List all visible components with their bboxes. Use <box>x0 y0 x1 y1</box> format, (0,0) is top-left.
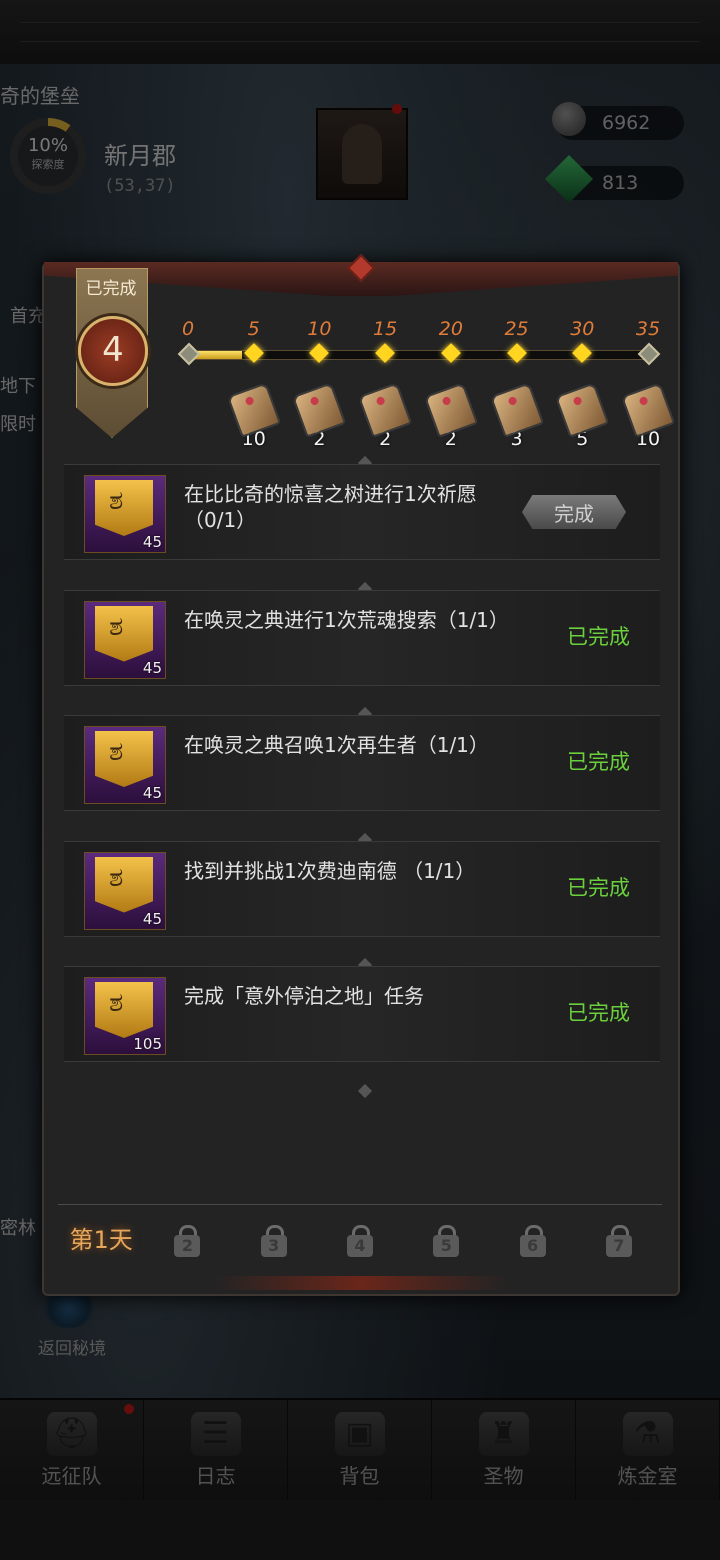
tab-day-2-locked[interactable]: 2 <box>144 1205 230 1275</box>
task-row: 105 完成「意外停泊之地」任务已完成 <box>64 966 660 1062</box>
milestone-reward[interactable]: 2 <box>423 382 479 450</box>
tab-day-6-locked[interactable]: 6 <box>489 1205 575 1275</box>
milestone-reward[interactable]: 2 <box>292 382 347 450</box>
day-number: 3 <box>260 1235 287 1257</box>
task-row: 45 在唤灵之典召唤1次再生者（1/1） 已完成 <box>64 715 660 811</box>
task-points: 45 <box>142 909 162 928</box>
banner-icon <box>95 856 153 913</box>
tab-day-4-locked[interactable]: 4 <box>317 1205 403 1275</box>
task-banner-icon: 45 <box>84 600 166 679</box>
task-banner-icon: 105 <box>84 977 166 1055</box>
task-banner-icon: 45 <box>84 726 166 804</box>
lock-icon: 5 <box>433 1225 460 1257</box>
row-separator-icon <box>357 1083 373 1098</box>
lock-icon: 2 <box>174 1225 201 1257</box>
tab-day-7-locked[interactable]: 7 <box>576 1205 662 1275</box>
task-description: 在唤灵之典召唤1次再生者（1/1） <box>184 733 489 757</box>
complete-task-button[interactable]: 完成 <box>522 495 626 529</box>
task-points: 105 <box>133 1035 162 1053</box>
task-row: 45 在唤灵之典进行1次荒魂搜索（1/1） 已完成 <box>64 589 660 686</box>
milestone-node <box>177 342 201 366</box>
tab-day-5-locked[interactable]: 5 <box>403 1205 489 1275</box>
task-row: 45 找到并挑战1次费迪南德 （1/1） 已完成 <box>64 840 660 937</box>
day-number: 7 <box>605 1235 632 1257</box>
task-status-completed: 已完成 <box>567 624 630 649</box>
task-points: 45 <box>142 784 162 802</box>
task-banner-icon: 45 <box>84 475 166 553</box>
lock-icon: 7 <box>605 1225 632 1257</box>
milestone-node <box>637 342 661 366</box>
task-status-completed: 已完成 <box>567 875 630 900</box>
lock-icon: 4 <box>346 1225 373 1257</box>
task-points: 45 <box>142 658 162 677</box>
milestone-value: 10 <box>307 318 332 340</box>
lock-icon: 3 <box>260 1225 287 1257</box>
milestone-value: 30 <box>570 318 595 340</box>
daily-tasks-panel: 已完成 4 05101021522022533053510 45在比比奇的惊喜之… <box>42 253 680 1296</box>
banner-icon <box>95 605 153 662</box>
task-points: 45 <box>142 533 162 551</box>
milestone-reward[interactable]: 10 <box>226 382 281 450</box>
day-number: 4 <box>346 1235 373 1257</box>
banner-icon <box>95 731 153 787</box>
task-status-completed: 已完成 <box>567 1001 630 1025</box>
banner-icon <box>95 982 153 1038</box>
completed-count: 4 <box>102 330 124 370</box>
tab-day-3-locked[interactable]: 3 <box>231 1205 317 1275</box>
milestone-value: 25 <box>504 318 529 340</box>
task-description: 在唤灵之典进行1次荒魂搜索（1/1） <box>184 607 509 632</box>
milestone-value: 0 <box>181 318 195 340</box>
milestone-value: 20 <box>438 318 463 340</box>
day-tabs: 第1天 2 3 4 5 6 7 <box>58 1204 662 1275</box>
milestone-reward[interactable]: 10 <box>620 382 676 450</box>
milestone-value: 35 <box>635 318 661 340</box>
day-number: 2 <box>174 1235 201 1257</box>
completed-label: 已完成 <box>85 279 137 299</box>
milestone-reward[interactable]: 3 <box>489 382 544 450</box>
day-number: 6 <box>519 1235 546 1257</box>
day-number: 5 <box>433 1235 460 1257</box>
task-banner-icon: 45 <box>84 851 166 930</box>
task-row: 45 在比比奇的惊喜之树进行1次祈愿（0/1） 完成 <box>64 464 660 560</box>
milestone-reward[interactable]: 2 <box>357 382 413 450</box>
task-description: 完成「意外停泊之地」任务 <box>184 984 424 1008</box>
banner-icon <box>95 480 153 536</box>
task-description: 找到并挑战1次费迪南德 （1/1） <box>184 858 476 883</box>
lock-icon: 6 <box>519 1225 546 1257</box>
bottom-ornament <box>214 1276 508 1290</box>
milestone-reward[interactable]: 5 <box>555 382 610 450</box>
task-status-completed: 已完成 <box>567 750 630 774</box>
milestone-value: 5 <box>247 318 260 340</box>
milestone-value: 15 <box>373 318 398 340</box>
tab-day-1[interactable]: 第1天 <box>58 1205 144 1275</box>
task-description: 在比比奇的惊喜之树进行1次祈愿（0/1） <box>184 482 477 532</box>
